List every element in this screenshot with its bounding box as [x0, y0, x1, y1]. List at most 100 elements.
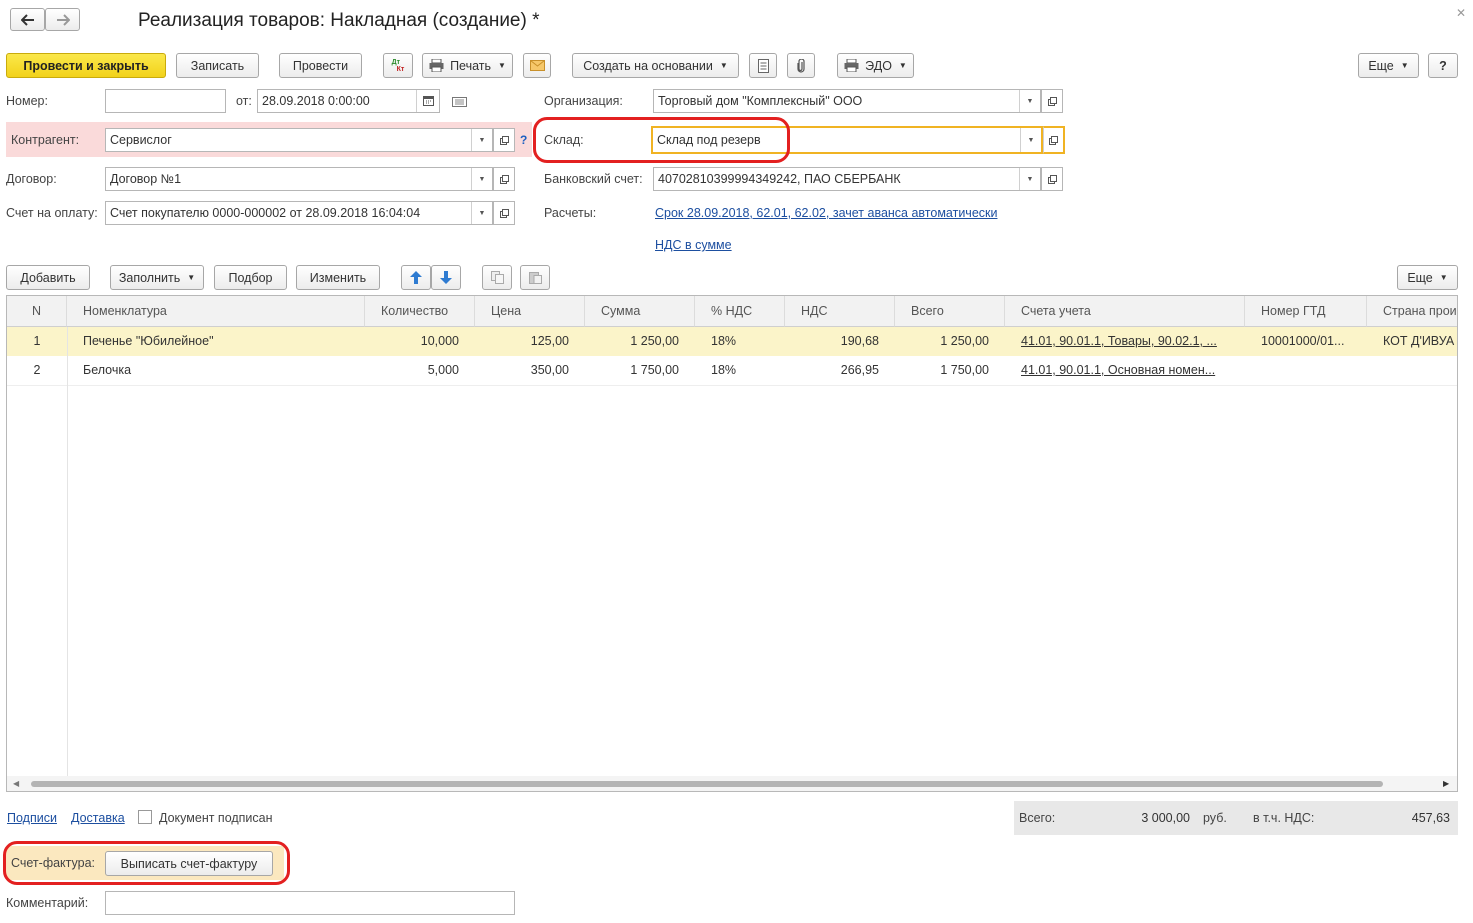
signed-checkbox[interactable]: [138, 810, 152, 824]
signatures-link[interactable]: Подписи: [7, 811, 57, 825]
printer-icon: [429, 59, 444, 72]
item-quantity: 5,000: [427, 363, 459, 377]
fill-button[interactable]: Заполнить ▼: [110, 265, 204, 290]
document-icon: [757, 58, 769, 73]
chevron-down-icon[interactable]: ▼: [471, 129, 492, 151]
column-header[interactable]: Сумма: [585, 296, 695, 327]
open-icon[interactable]: [1041, 89, 1063, 113]
counterparty-field[interactable]: Сервислог ▼: [105, 128, 493, 152]
comment-label: Комментарий:: [6, 896, 89, 910]
more-button[interactable]: Еще ▼: [1358, 53, 1419, 78]
forward-button[interactable]: [45, 8, 80, 31]
table-row[interactable]: 1 Печенье "Юбилейное" 10,000 125,00 1 25…: [7, 327, 1457, 356]
table-row[interactable]: 2 Белочка 5,000 350,00 1 750,00 18% 266,…: [7, 356, 1457, 386]
bank-account-label: Банковский счет:: [544, 172, 643, 186]
bank-account-field[interactable]: 40702810399994349242, ПАО СБЕРБАНК ▼: [653, 167, 1041, 191]
attach-button[interactable]: [787, 53, 815, 78]
scroll-left-arrow[interactable]: ◀: [13, 779, 19, 788]
open-icon[interactable]: [1043, 126, 1065, 154]
scroll-right-arrow[interactable]: ▶: [1443, 779, 1449, 788]
issue-tax-invoice-button[interactable]: Выписать счет-фактуру: [105, 851, 273, 876]
number-field[interactable]: [105, 89, 226, 113]
organization-field[interactable]: Торговый дом "Комплексный" ООО ▼: [653, 89, 1041, 113]
warehouse-field[interactable]: Склад под резерв ▼: [651, 126, 1043, 154]
column-header[interactable]: Страна прои: [1367, 296, 1457, 327]
envelope-icon: [529, 60, 545, 71]
calendar-icon[interactable]: [416, 90, 439, 112]
item-vat: 266,95: [840, 363, 879, 377]
column-header[interactable]: Цена: [475, 296, 585, 327]
payment-invoice-field[interactable]: Счет покупателю 0000-000002 от 28.09.201…: [105, 201, 493, 225]
warehouse-label: Склад:: [544, 133, 584, 147]
copy-icon: [490, 271, 504, 284]
paste-row-button[interactable]: [520, 265, 550, 290]
question-icon[interactable]: ?: [520, 133, 527, 147]
scrollbar-thumb[interactable]: [31, 781, 1383, 787]
dtkt-icon: Дт Кт: [391, 58, 405, 73]
chevron-down-icon[interactable]: ▼: [1019, 168, 1040, 190]
create-based-on-button[interactable]: Создать на основании ▼: [572, 53, 739, 78]
row-number: 2: [33, 363, 41, 377]
column-header[interactable]: N: [7, 296, 67, 327]
move-down-button[interactable]: [431, 265, 461, 290]
item-sum: 1 750,00: [630, 363, 679, 377]
open-icon[interactable]: [493, 167, 515, 191]
help-button[interactable]: ?: [1428, 53, 1458, 78]
paste-icon: [528, 272, 542, 284]
chevron-down-icon[interactable]: ▼: [471, 202, 492, 224]
move-up-button[interactable]: [401, 265, 431, 290]
contract-label: Договор:: [6, 172, 57, 186]
chevron-down-icon: ▼: [1439, 273, 1448, 282]
open-icon[interactable]: [1041, 167, 1063, 191]
counterparty-label: Контрагент:: [11, 133, 80, 147]
settlements-link[interactable]: Срок 28.09.2018, 62.01, 62.02, зачет ава…: [655, 206, 997, 220]
goods-table[interactable]: N Номенклатура Количество Цена Сумма % Н…: [6, 295, 1458, 792]
chevron-down-icon: ▼: [1400, 61, 1409, 70]
back-button[interactable]: [10, 8, 45, 31]
item-name: Белочка: [83, 363, 132, 377]
item-accounts-link[interactable]: 41.01, 90.01.1, Основная номен...: [1005, 356, 1245, 385]
print-button[interactable]: Печать ▼: [422, 53, 513, 78]
date-field[interactable]: 28.09.2018 0:00:00: [257, 89, 440, 113]
copy-row-button[interactable]: [482, 265, 512, 290]
open-icon[interactable]: [493, 201, 515, 225]
chevron-down-icon: ▼: [187, 273, 196, 282]
email-button[interactable]: [523, 53, 551, 78]
edo-button[interactable]: ЭДО ▼: [837, 53, 914, 78]
total-value: 3 000,00: [1141, 811, 1190, 825]
add-row-button[interactable]: Добавить: [6, 265, 90, 290]
report-button[interactable]: [749, 53, 777, 78]
post-button[interactable]: Провести: [279, 53, 362, 78]
item-accounts-link[interactable]: 41.01, 90.01.1, Товары, 90.02.1, ...: [1005, 327, 1245, 356]
open-icon[interactable]: [493, 128, 515, 152]
table-more-button[interactable]: Еще ▼: [1397, 265, 1458, 290]
column-header[interactable]: Номер ГТД: [1245, 296, 1367, 327]
close-icon[interactable]: ✕: [1456, 6, 1466, 20]
column-header[interactable]: % НДС: [695, 296, 785, 327]
vat-in-sum-link[interactable]: НДС в сумме: [655, 238, 732, 252]
column-header[interactable]: Количество: [365, 296, 475, 327]
arrow-left-icon: [20, 13, 34, 26]
delivery-link[interactable]: Доставка: [71, 811, 125, 825]
number-label: Номер:: [6, 94, 48, 108]
chevron-down-icon: ▼: [898, 61, 907, 70]
chevron-down-icon[interactable]: ▼: [1019, 90, 1040, 112]
history-icon[interactable]: [452, 96, 467, 110]
post-and-close-button[interactable]: Провести и закрыть: [6, 53, 166, 78]
pick-button[interactable]: Подбор: [214, 265, 287, 290]
column-header[interactable]: Всего: [895, 296, 1005, 327]
item-name: Печенье "Юбилейное": [83, 334, 214, 348]
organization-label: Организация:: [544, 94, 623, 108]
chevron-down-icon[interactable]: ▼: [471, 168, 492, 190]
column-header[interactable]: Номенклатура: [67, 296, 365, 327]
item-country: [1367, 356, 1457, 385]
column-header[interactable]: Счета учета: [1005, 296, 1245, 327]
chevron-down-icon[interactable]: ▼: [1020, 128, 1041, 152]
column-header[interactable]: НДС: [785, 296, 895, 327]
dtkt-button[interactable]: Дт Кт: [383, 53, 413, 78]
contract-field[interactable]: Договор №1 ▼: [105, 167, 493, 191]
horizontal-scrollbar[interactable]: ◀ ▶: [7, 776, 1457, 791]
save-button[interactable]: Записать: [176, 53, 259, 78]
change-button[interactable]: Изменить: [296, 265, 380, 290]
comment-field[interactable]: [105, 891, 515, 915]
